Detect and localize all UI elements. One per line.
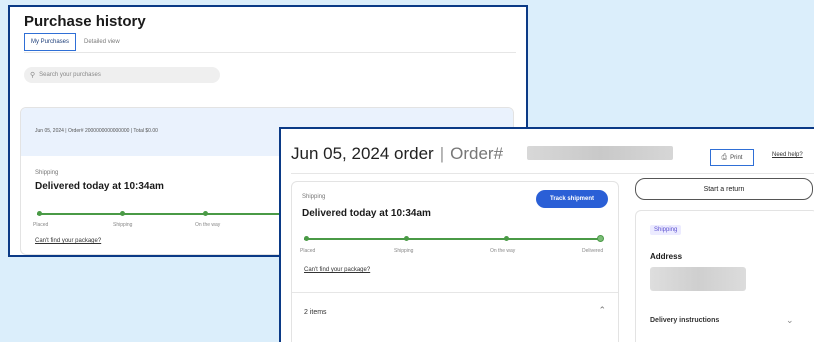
order-meta: Jun 05, 2024 | Order# 2000000000000000 |…: [35, 128, 158, 134]
delivery-status: Delivered today at 10:34am: [35, 181, 164, 192]
divider: [24, 52, 516, 53]
page-title: Purchase history: [24, 13, 146, 30]
tab-my-purchases[interactable]: My Purchases: [24, 33, 77, 51]
chevron-up-icon: ⌃: [598, 305, 606, 315]
step-placed: Placed: [33, 222, 49, 228]
title-separator: |: [439, 144, 445, 163]
items-count: 2 items: [304, 309, 327, 316]
progress-bar: [304, 235, 604, 242]
progress-dot: [304, 236, 309, 241]
tab-bar: My Purchases Detailed view: [24, 33, 120, 51]
divider: [291, 173, 814, 174]
progress-dot: [404, 236, 409, 241]
chevron-down-icon[interactable]: ⌄: [786, 315, 794, 326]
help-link[interactable]: Can't find your package?: [304, 267, 370, 273]
items-accordion[interactable]: 2 items ⌃: [292, 292, 618, 333]
progress-dot-final: [597, 235, 604, 242]
progress-dot: [203, 211, 208, 216]
redacted-order-number: [527, 146, 673, 160]
order-number-prefix: Order#: [450, 144, 504, 163]
shipment-card: Shipping Delivered today at 10:34am Trac…: [291, 181, 619, 342]
redacted-address: [650, 267, 746, 291]
track-shipment-button[interactable]: Track shipment: [536, 190, 608, 208]
progress-bar: [37, 211, 287, 216]
step-delivered: Delivered: [582, 248, 604, 254]
tab-detailed-view[interactable]: Detailed view: [84, 39, 120, 45]
step-on-the-way: On the way: [490, 248, 516, 254]
shipping-badge: Shipping: [650, 225, 682, 235]
print-button[interactable]: ⎙ Print: [710, 149, 754, 166]
shipping-label: Shipping: [35, 170, 59, 176]
progress-dot: [504, 236, 509, 241]
search-icon: ⚲: [30, 72, 36, 79]
help-link[interactable]: Can't find your package?: [35, 238, 101, 244]
step-on-the-way: On the way: [195, 222, 221, 228]
search-input[interactable]: ⚲ Search your purchases: [24, 67, 220, 83]
progress-dot: [120, 211, 125, 216]
order-title: Jun 05, 2024 order | Order#: [291, 144, 503, 164]
need-help-link[interactable]: Need help?: [772, 152, 803, 158]
printer-icon: ⎙: [721, 153, 728, 161]
search-placeholder: Search your purchases: [39, 72, 101, 78]
shipping-label: Shipping: [302, 194, 326, 200]
delivery-instructions-label[interactable]: Delivery instructions: [650, 317, 719, 324]
print-label: Print: [730, 154, 743, 161]
step-placed: Placed: [300, 248, 316, 254]
address-label: Address: [650, 252, 683, 261]
order-details-window: Jun 05, 2024 order | Order# ⎙ Print Need h…: [279, 127, 814, 342]
progress-dot: [37, 211, 42, 216]
order-date-title: Jun 05, 2024 order: [291, 144, 434, 163]
delivery-status: Delivered today at 10:34am: [302, 208, 431, 219]
start-return-button[interactable]: Start a return: [635, 178, 813, 200]
address-card: Shipping Address Delivery instructions ⌄: [635, 210, 814, 342]
step-shipping: Shipping: [113, 222, 133, 228]
step-shipping: Shipping: [394, 248, 414, 254]
